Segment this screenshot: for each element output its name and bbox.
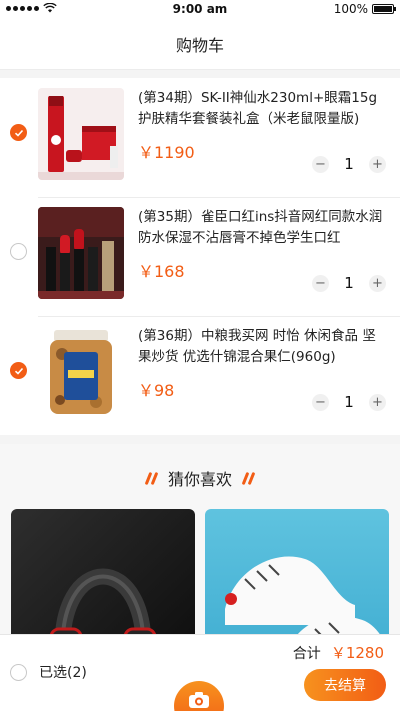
- check-icon: [14, 129, 23, 137]
- status-bar: 9:00 am 100%: [0, 0, 400, 18]
- section-title: 猜你喜欢: [167, 470, 232, 489]
- checkout-button[interactable]: 去结算: [304, 669, 386, 701]
- check-icon: [14, 367, 23, 375]
- cart-item[interactable]: (第36期）中粮我买网 时怡 休闲食品 坚果炒货 优选什锦混合果仁(960g) …: [0, 316, 400, 435]
- decrease-button[interactable]: −: [312, 155, 329, 173]
- selected-count: 已选(2): [39, 665, 87, 681]
- item-title[interactable]: (第36期）中粮我买网 时怡 休闲食品 坚果炒货 优选什锦混合果仁(960g): [138, 326, 386, 368]
- nav-bar: 购物车: [0, 18, 400, 70]
- total-label: 合计: [292, 646, 321, 662]
- quantity-stepper: − 1 +: [312, 155, 386, 173]
- item-title[interactable]: (第34期）SK-II神仙水230ml+眼霜15g护肤精华套餐装礼盒（米老鼠限量…: [138, 88, 386, 130]
- cart-item[interactable]: (第34期）SK-II神仙水230ml+眼霜15g护肤精华套餐装礼盒（米老鼠限量…: [0, 78, 400, 197]
- increase-button[interactable]: +: [369, 155, 386, 173]
- quantity-stepper: − 1 +: [312, 393, 386, 411]
- item-price: ￥168: [138, 262, 185, 281]
- product-image-nuts[interactable]: [38, 326, 124, 418]
- decrease-button[interactable]: −: [312, 393, 329, 411]
- item-price: ￥1190: [138, 143, 195, 162]
- product-image-skii[interactable]: [38, 88, 124, 180]
- battery-icon: [372, 4, 396, 14]
- page-title: 购物车: [175, 35, 224, 55]
- item-checkbox[interactable]: [10, 362, 27, 379]
- section-header: 猜你喜欢: [0, 466, 400, 490]
- select-all-checkbox[interactable]: [10, 663, 27, 681]
- quantity-value[interactable]: 1: [329, 274, 369, 292]
- quantity-value[interactable]: 1: [329, 155, 369, 173]
- increase-button[interactable]: +: [369, 274, 386, 292]
- total-amount: ￥1280: [330, 644, 384, 662]
- quantity-value[interactable]: 1: [329, 393, 369, 411]
- decrease-button[interactable]: −: [312, 274, 329, 292]
- camera-icon: [189, 692, 209, 708]
- select-all[interactable]: 已选(2): [10, 662, 87, 682]
- item-checkbox[interactable]: [10, 243, 27, 260]
- total-summary: 合计 ￥1280: [293, 642, 384, 663]
- item-checkbox[interactable]: [10, 124, 27, 141]
- item-title[interactable]: (第35期）雀臣口红ins抖音网红同款水润防水保湿不沾唇膏不掉色学生口红: [138, 207, 386, 249]
- cart-item[interactable]: (第35期）雀臣口红ins抖音网红同款水润防水保湿不沾唇膏不掉色学生口红 ￥16…: [0, 197, 400, 316]
- cart-list: (第34期）SK-II神仙水230ml+眼霜15g护肤精华套餐装礼盒（米老鼠限量…: [0, 78, 400, 435]
- quantity-stepper: − 1 +: [312, 274, 386, 292]
- decoration-icon: [241, 471, 256, 485]
- increase-button[interactable]: +: [369, 393, 386, 411]
- product-image-lipstick[interactable]: [38, 207, 124, 299]
- battery-percent: 100%: [333, 2, 368, 16]
- item-price: ￥98: [138, 381, 175, 400]
- decoration-icon: [144, 471, 159, 485]
